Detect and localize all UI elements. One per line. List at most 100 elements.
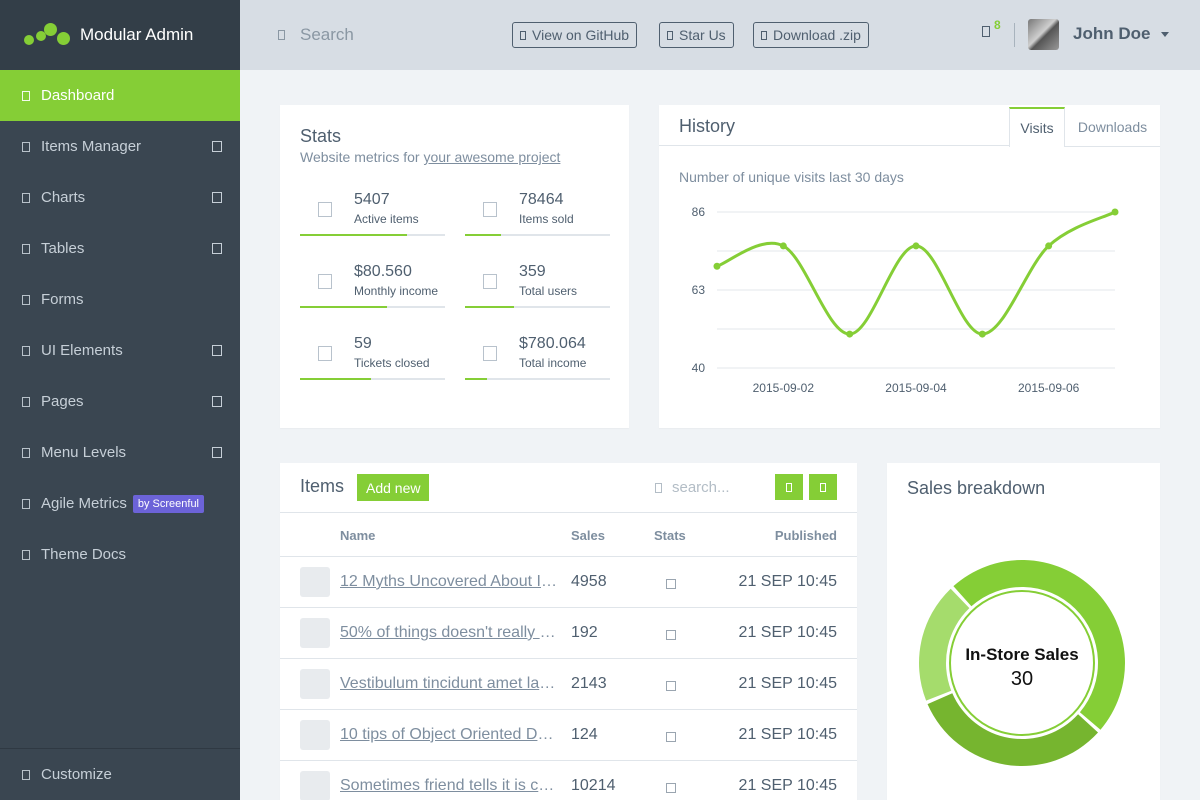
x-tick-label: 2015-09-04 [885, 381, 947, 395]
star-us-button[interactable]: Star Us [659, 22, 734, 48]
download-zip-button[interactable]: Download .zip [753, 22, 869, 48]
sidebar-item-ui-elements[interactable]: UI Elements [0, 325, 240, 376]
items-action-button-1[interactable] [775, 474, 803, 500]
notification-count: 8 [994, 18, 1001, 32]
star-icon [667, 30, 673, 40]
view-on-github-button[interactable]: View on GitHub [512, 22, 638, 48]
brand[interactable]: Modular Admin [0, 0, 240, 70]
brand-logo-icon [24, 23, 72, 47]
table-row[interactable]: 50% of things doesn't really belongs to … [280, 608, 857, 659]
sidebar-item-theme-docs[interactable]: Theme Docs [0, 529, 240, 580]
stat-monthly-income: $80.560 Monthly income [300, 256, 445, 308]
donut-slice[interactable] [927, 693, 1099, 766]
stat-total-users: 359 Total users [465, 256, 610, 308]
header-divider [1014, 23, 1015, 47]
item-thumbnail[interactable] [300, 618, 330, 648]
data-point[interactable] [1111, 208, 1119, 216]
items-action-button-2[interactable] [809, 474, 837, 500]
sidebar-item-forms[interactable]: Forms [0, 274, 240, 325]
column-header-sales[interactable]: Sales [571, 528, 605, 543]
sales-title: Sales breakdown [907, 478, 1046, 498]
stat-label: Items sold [519, 212, 574, 226]
tickets-closed-icon [318, 346, 332, 361]
sidebar-item-pages[interactable]: Pages [0, 376, 240, 427]
table-row[interactable]: 10 tips of Object Oriented Design 124 21 S… [280, 710, 857, 761]
items-manager-icon [22, 141, 30, 152]
agile-metrics-icon [22, 498, 30, 509]
sidebar: Modular Admin Dashboard Items Manager Char… [0, 0, 240, 800]
broken-image-icon [666, 732, 676, 742]
column-header-name[interactable]: Name [340, 528, 375, 543]
item-thumbnail[interactable] [300, 669, 330, 699]
avatar[interactable] [1028, 19, 1059, 50]
sidebar-item-charts[interactable]: Charts [0, 172, 240, 223]
data-point[interactable] [846, 330, 854, 338]
item-thumbnail[interactable] [300, 567, 330, 597]
sidebar-item-label: Dashboard [41, 87, 115, 104]
items-search-input[interactable]: search... [655, 479, 730, 496]
history-header-divider [659, 145, 1010, 146]
item-published: 21 SEP 10:45 [738, 573, 837, 590]
stat-value: 78464 [519, 191, 564, 208]
item-stats-sparkline [656, 574, 728, 592]
data-point[interactable] [713, 262, 721, 270]
data-point[interactable] [779, 242, 787, 250]
items-search-placeholder: search... [672, 479, 730, 496]
item-sales: 4958 [571, 573, 607, 590]
column-header-published[interactable]: Published [775, 528, 837, 543]
search-icon [278, 30, 285, 40]
item-name-link[interactable]: Sometimes friend tells it is cold [340, 777, 558, 795]
item-name-link[interactable]: 12 Myths Uncovered About IT & Software [340, 573, 558, 591]
stats-subtitle: Website metrics for your awesome project [300, 149, 560, 165]
history-card: History Visits Downloads Number of uniqu… [659, 105, 1160, 428]
submenu-arrow-icon [212, 345, 222, 356]
sidebar-item-label: Agile Metrics [41, 495, 127, 512]
item-thumbnail[interactable] [300, 771, 330, 800]
sidebar-item-agile-metrics[interactable]: Agile Metrics by Screenful [0, 478, 240, 529]
stat-value: 59 [354, 335, 372, 352]
item-published: 21 SEP 10:45 [738, 777, 837, 794]
total-income-icon [483, 346, 497, 361]
bell-icon[interactable] [982, 26, 990, 37]
column-header-stats[interactable]: Stats [654, 528, 686, 543]
stat-value: 359 [519, 263, 546, 280]
item-name-link[interactable]: 10 tips of Object Oriented Design [340, 726, 558, 744]
sidebar-item-menu-levels[interactable]: Menu Levels [0, 427, 240, 478]
data-point[interactable] [912, 242, 920, 250]
stat-items-sold: 78464 Items sold [465, 184, 610, 236]
screenful-badge: by Screenful [132, 494, 205, 513]
sidebar-item-tables[interactable]: Tables [0, 223, 240, 274]
customize-button[interactable]: Customize [0, 748, 240, 800]
stat-total-income: $780.064 Total income [465, 328, 610, 380]
data-point[interactable] [978, 330, 986, 338]
stat-progress-bar [300, 306, 387, 308]
submenu-arrow-icon [212, 396, 222, 407]
item-stats-sparkline [656, 778, 728, 796]
items-card: Items Add new search... Name Sales Stats… [280, 463, 857, 800]
project-link[interactable]: your awesome project [423, 149, 560, 165]
tab-visits[interactable]: Visits [1009, 107, 1065, 147]
user-name[interactable]: John Doe [1073, 24, 1150, 44]
header-search[interactable]: Search [278, 25, 354, 45]
sidebar-item-items-manager[interactable]: Items Manager [0, 121, 240, 172]
item-thumbnail[interactable] [300, 720, 330, 750]
stats-card: Stats Website metrics for your awesome p… [280, 105, 629, 428]
item-name-link[interactable]: Vestibulum tincidunt amet laoreet mauris [340, 675, 558, 693]
data-point[interactable] [1045, 242, 1053, 250]
add-new-button[interactable]: Add new [357, 474, 430, 501]
table-row[interactable]: Sometimes friend tells it is cold 10214 21… [280, 761, 857, 800]
active-items-icon [318, 202, 332, 217]
sidebar-item-dashboard[interactable]: Dashboard [0, 70, 240, 121]
stats-subtitle-text: Website metrics for [300, 149, 424, 165]
donut-slice[interactable] [919, 588, 970, 701]
item-name-link[interactable]: 50% of things doesn't really belongs to … [340, 624, 558, 642]
table-row[interactable]: Vestibulum tincidunt amet laoreet mauris… [280, 659, 857, 710]
stat-progress-bar [300, 234, 408, 236]
chevron-down-icon[interactable] [1161, 32, 1169, 37]
stat-active-items: 5407 Active items [300, 184, 445, 236]
download-icon [761, 30, 767, 40]
stat-progress-bar [465, 234, 502, 236]
table-row[interactable]: 12 Myths Uncovered About IT & Software 49… [280, 557, 857, 608]
tab-downloads[interactable]: Downloads [1065, 107, 1160, 147]
item-sales: 2143 [571, 675, 607, 692]
